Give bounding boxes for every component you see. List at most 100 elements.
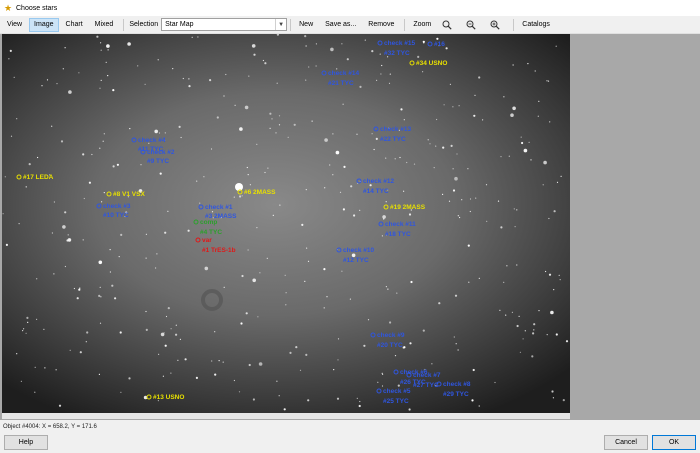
- help-button[interactable]: Help: [4, 435, 48, 450]
- map-label-leda17: #17 LEDA: [23, 174, 54, 181]
- star: [523, 148, 528, 153]
- star: [469, 198, 472, 200]
- map-label-check12-b: #14 TYC: [363, 188, 389, 195]
- star: [516, 264, 518, 266]
- star: [452, 106, 454, 108]
- remove-button[interactable]: Remove: [363, 18, 399, 32]
- star: [211, 360, 213, 362]
- star: [170, 372, 172, 374]
- star-marker[interactable]: [195, 237, 201, 243]
- view-tab[interactable]: View: [2, 18, 27, 32]
- zoom-button[interactable]: Zoom: [408, 18, 436, 32]
- image-viewport[interactable]: check #15 #32 TYC #16 #34 USNO check #14 #21 …: [0, 34, 700, 420]
- map-label-check11-a: check #11: [385, 221, 416, 228]
- selection-dropdown[interactable]: Star Map ▼: [161, 18, 288, 31]
- star: [356, 397, 358, 399]
- star-marker[interactable]: [321, 70, 327, 76]
- star-marker[interactable]: [193, 219, 199, 225]
- cancel-button[interactable]: Cancel: [604, 435, 648, 450]
- star-marker[interactable]: [370, 332, 376, 338]
- zoom-in-icon[interactable]: [486, 18, 504, 32]
- star: [76, 297, 79, 300]
- star: [326, 296, 328, 298]
- ok-button[interactable]: OK: [652, 435, 696, 450]
- star: [257, 316, 259, 318]
- star: [239, 127, 243, 131]
- star: [396, 292, 398, 294]
- star: [51, 125, 53, 127]
- star-marker[interactable]: [377, 40, 383, 46]
- star: [20, 380, 22, 382]
- map-label-check3-b: #10 TYC: [103, 212, 129, 219]
- star: [308, 66, 310, 68]
- star-marker[interactable]: [198, 204, 204, 210]
- star: [69, 239, 71, 241]
- star: [346, 58, 349, 61]
- star: [307, 260, 310, 262]
- star: [474, 94, 476, 96]
- star-marker[interactable]: [376, 388, 382, 394]
- chevron-down-icon[interactable]: ▼: [275, 19, 286, 30]
- star: [79, 287, 81, 289]
- catalogs-button[interactable]: Catalogs: [517, 18, 555, 32]
- star: [78, 288, 81, 291]
- star: [34, 366, 36, 368]
- star: [164, 132, 166, 134]
- star: [258, 362, 263, 366]
- star-marker[interactable]: [378, 221, 384, 227]
- star: [36, 278, 38, 280]
- star-marker[interactable]: [146, 394, 152, 400]
- star: [471, 399, 474, 402]
- star: [508, 155, 510, 157]
- star: [195, 376, 198, 379]
- map-label-check5-a: check #5: [383, 388, 411, 395]
- star: [403, 190, 405, 192]
- star: [145, 328, 148, 331]
- star: [225, 73, 227, 76]
- star-marker[interactable]: [106, 191, 112, 197]
- new-button[interactable]: New: [294, 18, 318, 32]
- star: [511, 311, 513, 313]
- star-field[interactable]: check #15 #32 TYC #16 #34 USNO check #14 #21 …: [2, 34, 570, 413]
- status-bar: Object #4004: X = 658.2, Y = 171.6: [0, 421, 700, 433]
- star-marker[interactable]: [131, 137, 137, 143]
- star: [16, 118, 18, 120]
- star-marker[interactable]: [427, 41, 433, 47]
- star: [435, 145, 437, 147]
- star: [427, 139, 429, 141]
- mixed-tab[interactable]: Mixed: [90, 18, 119, 32]
- star: [549, 121, 551, 123]
- star: [184, 358, 187, 361]
- star: [550, 310, 554, 315]
- star: [256, 227, 258, 229]
- star: [343, 165, 346, 168]
- star-marker[interactable]: [16, 174, 22, 180]
- star: [349, 298, 351, 300]
- star-map-image[interactable]: check #15 #32 TYC #16 #34 USNO check #14 #21 …: [2, 34, 570, 413]
- horizontal-scrollbar[interactable]: [2, 413, 570, 419]
- star: [500, 226, 503, 229]
- star: [55, 369, 57, 371]
- zoom-out-icon[interactable]: [462, 18, 480, 32]
- star: [120, 391, 122, 393]
- star: [25, 332, 27, 334]
- star-marker[interactable]: [96, 203, 102, 209]
- save-as-button[interactable]: Save as...: [320, 18, 361, 32]
- star-marker[interactable]: [383, 204, 389, 210]
- star: [22, 330, 24, 332]
- image-tab[interactable]: Image: [29, 17, 59, 32]
- star-marker[interactable]: [393, 369, 399, 375]
- zoom-fit-icon[interactable]: [438, 18, 456, 32]
- star-marker[interactable]: [356, 178, 362, 184]
- star: [553, 289, 555, 291]
- chart-tab[interactable]: Chart: [61, 18, 88, 32]
- star: [505, 314, 507, 316]
- star: [379, 53, 381, 55]
- star: [210, 148, 213, 150]
- star: [284, 274, 286, 276]
- star: [285, 292, 287, 294]
- star-marker[interactable]: [373, 126, 379, 132]
- star: [98, 294, 101, 297]
- star: [64, 265, 66, 268]
- star-marker[interactable]: [409, 60, 415, 66]
